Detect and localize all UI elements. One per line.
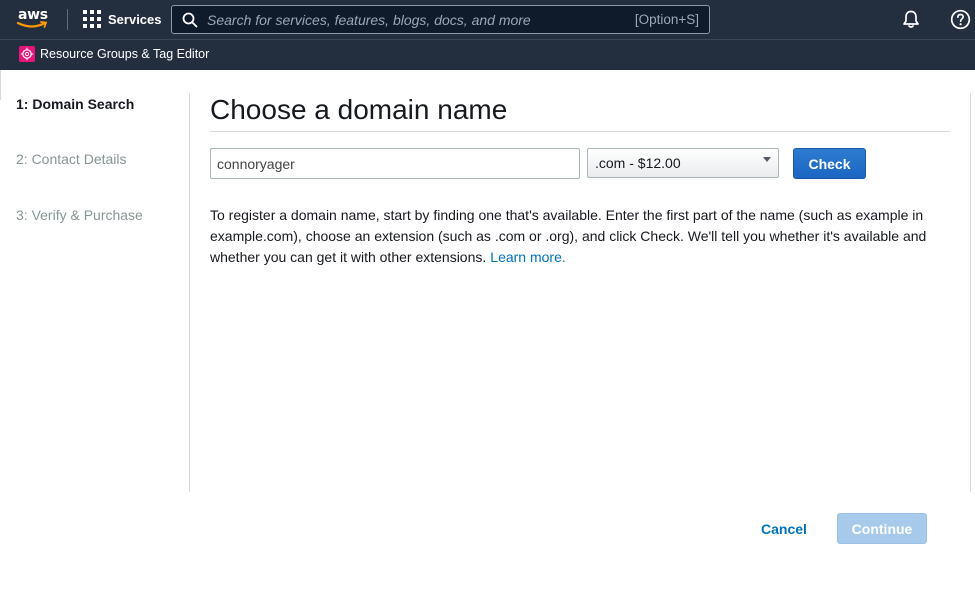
help-icon[interactable] [950,9,971,30]
page-border-left [0,70,1,100]
grid-icon [83,10,101,28]
dropdown-arrow-icon [763,157,771,162]
instructions-text: To register a domain name, start by find… [210,205,950,268]
resource-groups-icon [19,46,35,62]
nav-divider [67,9,68,30]
learn-more-link[interactable]: Learn more. [490,249,565,265]
instructions-body: To register a domain name, start by find… [210,207,927,265]
aws-smile-icon [17,21,48,28]
top-navigation-bar: aws Services Search for services, featur… [0,0,975,39]
search-shortcut-hint: [Option+S] [634,12,699,27]
search-placeholder[interactable]: Search for services, features, blogs, do… [207,12,635,28]
services-menu-button[interactable]: Services [83,8,162,30]
steps-divider [189,93,190,492]
aws-logo[interactable]: aws [17,6,51,32]
continue-button[interactable]: Continue [837,513,927,544]
cancel-button[interactable]: Cancel [761,521,807,537]
page-border-right [970,93,971,492]
check-button[interactable]: Check [793,148,866,179]
tld-select[interactable]: .com - $12.00 [587,148,779,178]
tld-select-value: .com - $12.00 [595,155,681,171]
title-divider [210,131,950,132]
services-label: Services [108,11,162,27]
step-verify-purchase: 3: Verify & Purchase [16,207,143,223]
service-favorites-bar: Resource Groups & Tag Editor [0,39,975,70]
domain-name-input[interactable] [210,148,580,179]
search-icon [182,12,198,27]
bell-icon[interactable] [901,9,921,29]
step-contact-details: 2: Contact Details [16,151,127,167]
resource-groups-link[interactable]: Resource Groups & Tag Editor [40,47,209,61]
step-domain-search: 1: Domain Search [16,96,135,112]
page-title: Choose a domain name [210,94,508,125]
global-search-bar[interactable]: Search for services, features, blogs, do… [171,5,710,34]
